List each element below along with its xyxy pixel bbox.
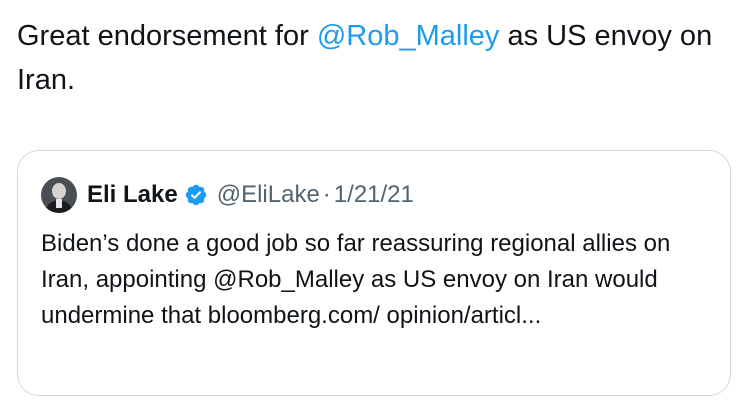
quoted-tweet-card[interactable]: Eli Lake @EliLake · 1/21/21 Biden’s done…: [17, 150, 731, 396]
verified-badge-icon: [185, 184, 206, 206]
quoted-author-name[interactable]: Eli Lake: [87, 181, 178, 209]
quoted-mention: @Rob_Malley: [213, 266, 365, 293]
avatar-collar-shape: [56, 199, 62, 208]
avatar[interactable]: [41, 177, 77, 213]
quoted-tweet-date[interactable]: 1/21/21: [334, 181, 414, 209]
avatar-head-shape: [52, 183, 66, 199]
quoted-tweet-header: Eli Lake @EliLake · 1/21/21: [41, 177, 414, 213]
tweet-text: Great endorsement for @Rob_Malley as US …: [17, 14, 717, 102]
quoted-tweet-text: Biden’s done a good job so far reassurin…: [41, 226, 711, 334]
mention-link[interactable]: @Rob_Malley: [317, 20, 500, 52]
tweet-text-start: Great endorsement for: [17, 20, 317, 52]
separator-dot: ·: [322, 181, 331, 208]
quoted-author-handle[interactable]: @EliLake: [217, 181, 320, 209]
